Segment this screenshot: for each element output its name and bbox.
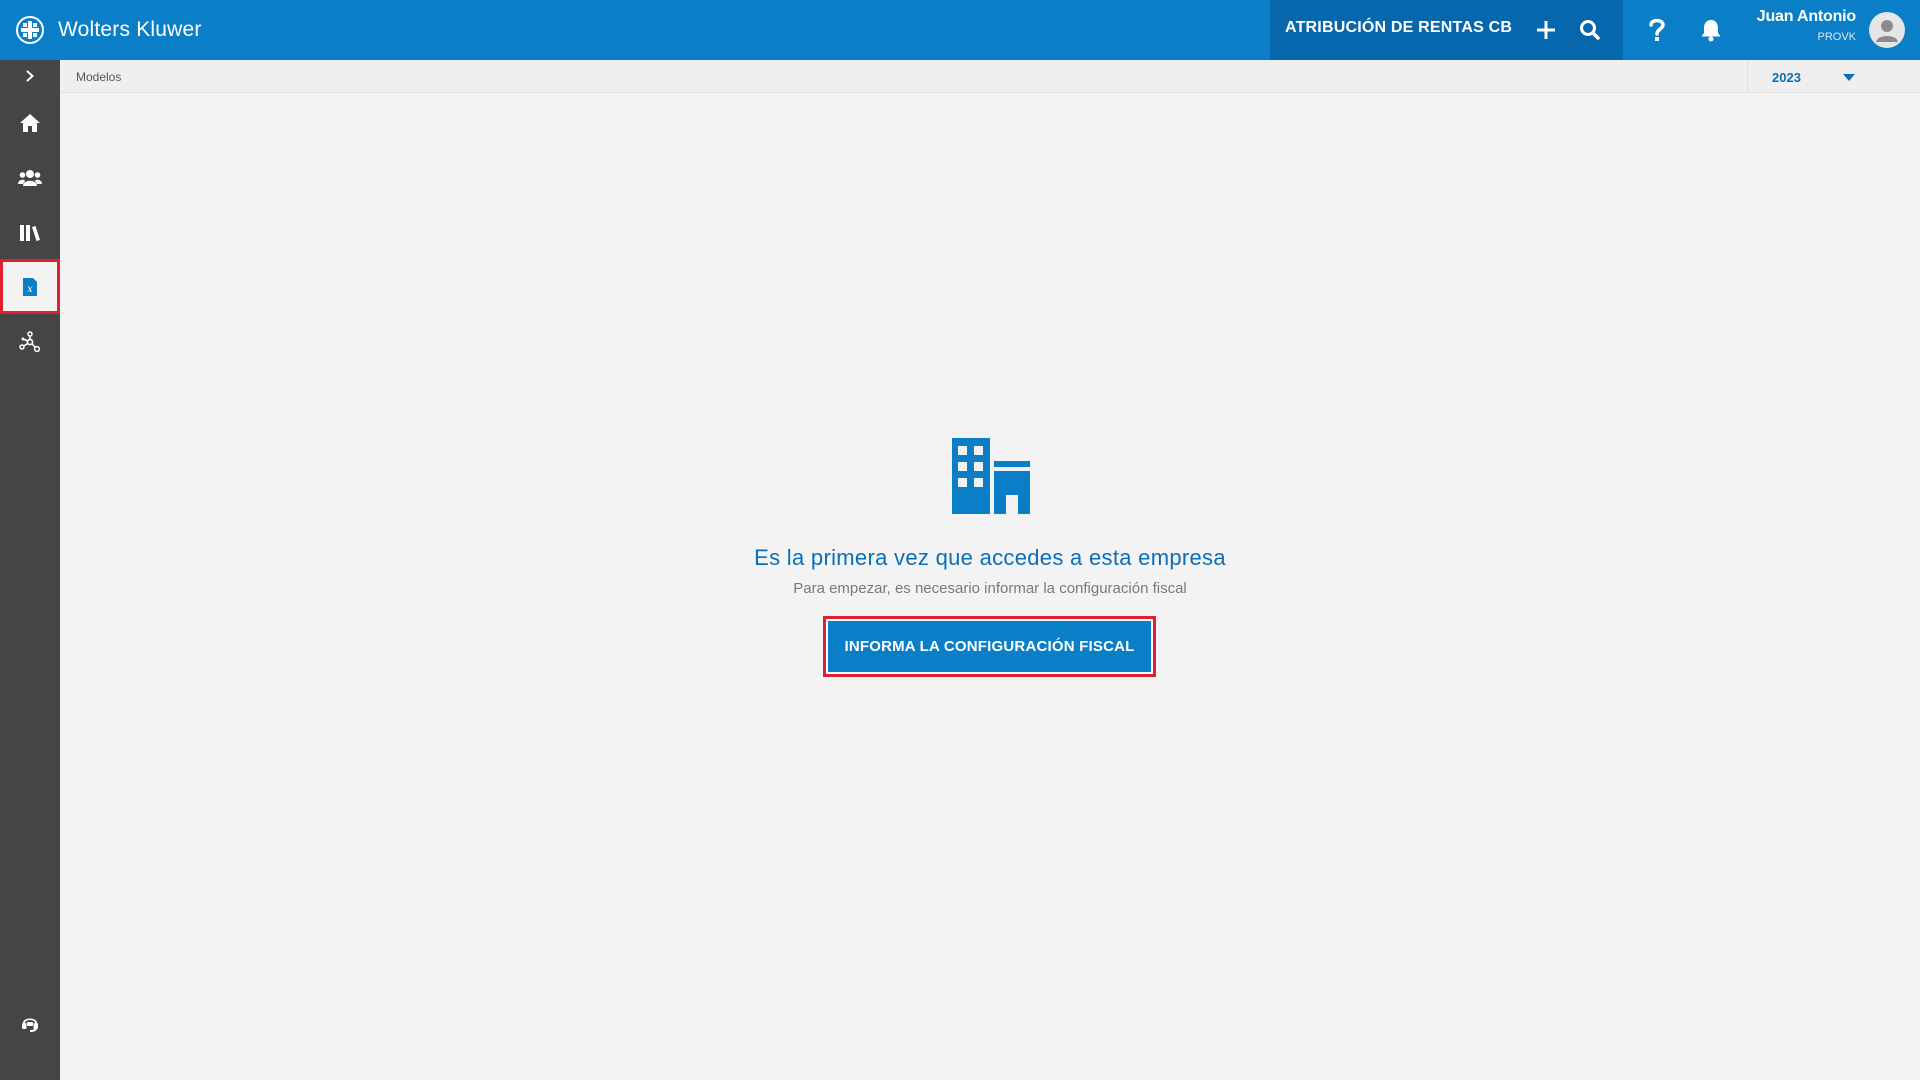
wolters-kluwer-logo-icon — [16, 16, 44, 44]
building-icon — [952, 438, 1032, 514]
bell-icon[interactable] — [1698, 17, 1724, 43]
plus-icon[interactable] — [1532, 16, 1560, 44]
users-icon — [18, 169, 42, 186]
chevron-down-icon[interactable] — [1843, 74, 1855, 81]
search-icon[interactable] — [1577, 17, 1603, 43]
breadcrumb[interactable]: Modelos — [76, 70, 121, 84]
sidebar-item-network[interactable] — [0, 314, 60, 369]
sidebar-item-tax-models[interactable]: x — [0, 259, 60, 314]
brand[interactable]: Wolters Kluwer — [16, 0, 202, 60]
configure-fiscal-button[interactable]: INFORMA LA CONFIGURACIÓN FISCAL — [823, 616, 1156, 677]
svg-text:x: x — [27, 284, 33, 295]
home-icon — [20, 113, 40, 132]
sidebar: x — [0, 60, 60, 1080]
user-name: Juan Antonio — [1756, 8, 1856, 25]
chevron-right-icon — [26, 70, 34, 82]
tax-models-icon: x — [23, 277, 37, 296]
avatar-icon[interactable] — [1869, 12, 1905, 48]
user-code: PROVK — [1817, 31, 1856, 43]
year-selector[interactable]: 2023 — [1747, 60, 1920, 93]
empty-state-title: Es la primera vez que accedes a esta emp… — [754, 545, 1226, 570]
empty-state-subtitle: Para empezar, es necesario informar la c… — [793, 580, 1187, 597]
year-value: 2023 — [1772, 70, 1801, 85]
breadcrumb-bar: Modelos 2023 — [60, 60, 1920, 93]
help-icon[interactable] — [1643, 15, 1671, 45]
sidebar-item-library[interactable] — [0, 205, 60, 260]
sidebar-expand-button[interactable] — [0, 60, 60, 92]
library-icon — [20, 224, 40, 241]
company-name[interactable]: ATRIBUCIÓN DE RENTAS CB — [1285, 19, 1512, 37]
user-info[interactable]: Juan Antonio PROVK — [1740, 8, 1856, 43]
brand-name: Wolters Kluwer — [58, 18, 202, 41]
sidebar-item-users[interactable] — [0, 150, 60, 205]
company-selector[interactable]: ATRIBUCIÓN DE RENTAS CB — [1270, 0, 1623, 60]
sidebar-item-home[interactable] — [0, 95, 60, 150]
network-icon — [19, 330, 41, 352]
empty-state: Es la primera vez que accedes a esta emp… — [60, 93, 1920, 1080]
support-icon — [22, 1018, 38, 1032]
top-header: Wolters Kluwer ATRIBUCIÓN DE RENTAS CB J… — [0, 0, 1920, 60]
sidebar-item-support[interactable] — [0, 996, 60, 1051]
